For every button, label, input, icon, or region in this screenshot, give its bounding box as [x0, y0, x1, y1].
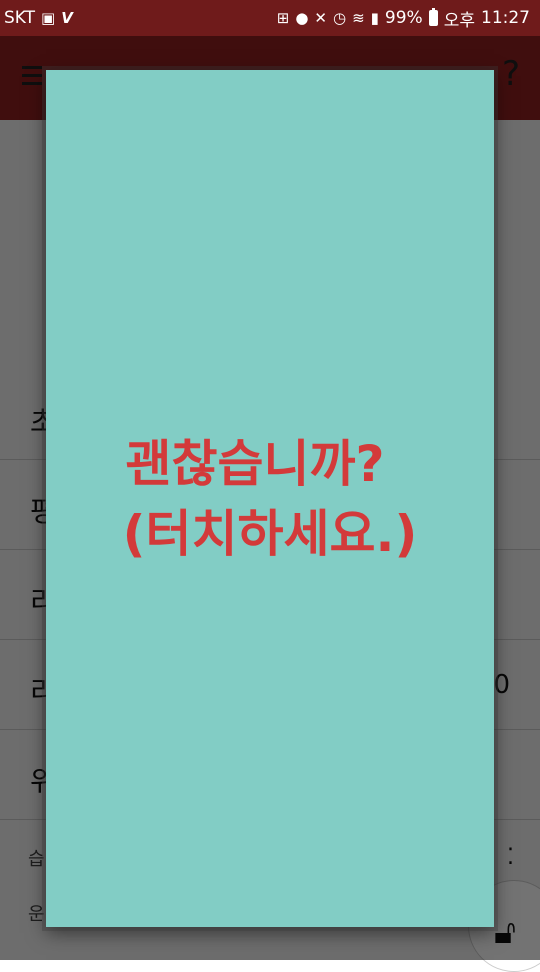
battery-percent: 99%: [384, 8, 423, 28]
wifi-icon: ≋: [352, 8, 365, 27]
signal-icon: ▮: [370, 8, 379, 27]
mute-icon: ✕: [314, 8, 327, 27]
am-pm-label: 오후: [443, 10, 475, 31]
alarm-icon: ◷: [332, 8, 347, 27]
clock: 11:27: [481, 8, 530, 28]
battery-icon: [428, 8, 438, 26]
carrier-label: SKT: [4, 8, 36, 28]
battery-saver-icon: ⊞: [276, 8, 290, 27]
dialog-touch-hint: (터치하세요.): [122, 504, 418, 563]
status-left: SKT ▣ V: [4, 0, 73, 36]
location-icon: ●: [295, 8, 309, 27]
status-bar: SKT ▣ V ⊞ ● ✕ ◷ ≋ ▮ 99% 오후 11:27: [0, 0, 540, 36]
v3-app-icon: V: [61, 8, 73, 27]
confirm-dialog[interactable]: 괜찮습니까? (터치하세요.): [46, 70, 494, 927]
dialog-question: 괜찮습니까?: [125, 434, 385, 493]
status-right: ⊞ ● ✕ ◷ ≋ ▮ 99% 오후 11:27: [277, 0, 530, 36]
image-icon: ▣: [41, 8, 56, 27]
